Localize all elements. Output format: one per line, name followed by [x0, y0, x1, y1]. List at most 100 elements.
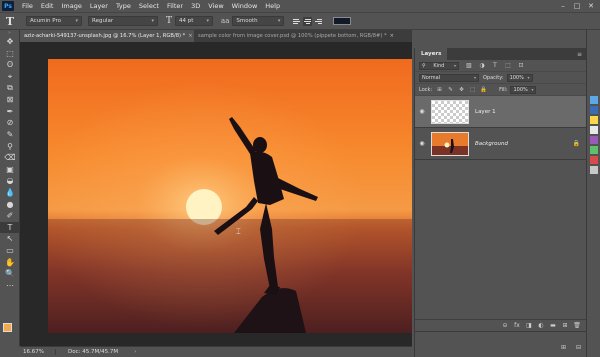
dock-swatch-icon[interactable]	[590, 146, 598, 154]
dodge-tool-icon[interactable]: ●	[0, 198, 20, 210]
pixel-filter-icon[interactable]: ▧	[465, 62, 473, 70]
align-center-button[interactable]	[303, 16, 313, 26]
expand-icon[interactable]: ⊞	[559, 344, 568, 353]
frame-tool-icon[interactable]: ⊠	[0, 94, 20, 106]
blur-tool-icon[interactable]: 💧	[0, 187, 20, 199]
layer-row-layer-1[interactable]: ◉ Layer 1	[415, 96, 586, 128]
dock-swatch-icon[interactable]	[590, 156, 598, 164]
trash-icon[interactable]: 🗑	[573, 322, 581, 330]
foreground-color[interactable]	[3, 323, 12, 332]
lock-artboard-icon[interactable]: ⬚	[469, 86, 476, 94]
adjustment-layer-icon[interactable]: ◐	[537, 322, 545, 330]
canvas-area[interactable]: ⌶	[20, 42, 412, 346]
quick-selection-tool-icon[interactable]: ⌖	[0, 71, 20, 83]
layers-panel-footer: ⊝ fx ◨ ◐ ▬ ⊞ 🗑	[415, 319, 587, 331]
align-right-button[interactable]	[314, 17, 323, 26]
blend-mode-select[interactable]: Normal ▾	[419, 73, 479, 82]
close-button[interactable]: ✕	[584, 0, 598, 12]
dock-swatch-icon[interactable]	[590, 166, 598, 174]
pen-tool-icon[interactable]: ✐	[0, 210, 20, 222]
tab-label: aziz-acharki-549137-unsplash.jpg @ 16.7%…	[24, 33, 186, 39]
tab-layers[interactable]: Layers	[415, 48, 448, 60]
more-tools-icon[interactable]: ⋯	[0, 279, 20, 291]
lock-all-icon[interactable]: 🔒	[480, 86, 487, 94]
gradient-tool-icon[interactable]: ▣	[0, 164, 20, 176]
maximize-button[interactable]: □	[570, 0, 584, 12]
dock-swatch-icon[interactable]	[590, 116, 598, 124]
font-size-value: 44 pt	[179, 18, 194, 24]
tab-document-active[interactable]: aziz-acharki-549137-unsplash.jpg @ 16.7%…	[20, 30, 194, 42]
shape-filter-icon[interactable]: ⬚	[504, 62, 512, 70]
lasso-tool-icon[interactable]: ʘ	[0, 59, 20, 71]
type-filter-icon[interactable]: T	[491, 62, 499, 70]
dock-swatch-icon[interactable]	[590, 96, 598, 104]
menu-edit[interactable]: Edit	[41, 2, 54, 10]
panel-menu-icon[interactable]: ≡	[577, 51, 582, 58]
smart-object-filter-icon[interactable]: ⊡	[517, 62, 525, 70]
link-layers-icon[interactable]: ⊝	[501, 322, 509, 330]
menu-3d[interactable]: 3D	[191, 2, 200, 10]
brush-tool-icon[interactable]: ✎	[0, 129, 20, 141]
move-tool-icon[interactable]: ✥	[0, 36, 20, 48]
font-style-select[interactable]: Regular ▾	[88, 16, 158, 26]
layer-row-background[interactable]: ◉ Background 🔒	[415, 128, 586, 160]
eraser-tool-icon[interactable]: ⌫	[0, 152, 20, 164]
layer-mask-icon[interactable]: ◨	[525, 322, 533, 330]
lock-image-icon[interactable]: ✎	[447, 86, 454, 94]
menu-type[interactable]: Type	[116, 2, 131, 10]
history-brush-tool-icon[interactable]: ◒	[0, 175, 20, 187]
font-size-select[interactable]: 44 pt ▾	[175, 16, 214, 26]
menu-select[interactable]: Select	[139, 2, 159, 10]
menu-window[interactable]: Window	[232, 2, 258, 10]
document-canvas[interactable]: ⌶	[48, 59, 412, 333]
layer-filter-row: ⚲ Kind ▾ ▧ ◑ T ⬚ ⊡	[415, 60, 586, 72]
adjustment-filter-icon[interactable]: ◑	[478, 62, 486, 70]
fx-icon[interactable]: fx	[513, 322, 521, 330]
layer-thumbnail	[431, 131, 469, 156]
type-tool-preset-icon[interactable]: T	[0, 15, 20, 28]
eye-icon[interactable]: ◉	[415, 140, 429, 147]
menu-view[interactable]: View	[208, 2, 223, 10]
dock-swatch-icon[interactable]	[590, 136, 598, 144]
menu-help[interactable]: Help	[265, 2, 280, 10]
close-icon[interactable]: ×	[188, 33, 192, 39]
dock-swatch-icon[interactable]	[590, 126, 598, 134]
clone-stamp-tool-icon[interactable]: ⚲	[0, 140, 20, 152]
tab-document-inactive[interactable]: sample color from image cover.psd @ 100%…	[194, 30, 412, 42]
layer-name: Background	[475, 140, 508, 147]
eye-icon[interactable]: ◉	[415, 108, 429, 115]
marquee-tool-icon[interactable]: ⬚	[0, 48, 20, 60]
chevron-right-icon[interactable]: ›	[134, 349, 136, 355]
opacity-field[interactable]: 100% ▾	[506, 73, 533, 82]
collapse-icon[interactable]: ⊟	[574, 344, 583, 353]
align-left-button[interactable]	[292, 17, 301, 26]
new-layer-icon[interactable]: ⊞	[561, 322, 569, 330]
filter-kind-select[interactable]: ⚲ Kind ▾	[419, 61, 459, 70]
dock-swatch-icon[interactable]	[590, 106, 598, 114]
main-menu: File Edit Image Layer Type Select Filter…	[22, 2, 288, 10]
menu-filter[interactable]: Filter	[167, 2, 183, 10]
fill-field[interactable]: 100% ▾	[510, 85, 537, 94]
healing-brush-tool-icon[interactable]: ⊘	[0, 117, 20, 129]
crop-tool-icon[interactable]: ⧉	[0, 82, 20, 94]
minimize-button[interactable]: –	[556, 0, 570, 12]
lock-icon: 🔒	[572, 140, 580, 147]
hand-tool-icon[interactable]: ✋	[0, 256, 20, 268]
rectangle-tool-icon[interactable]: ▭	[0, 245, 20, 257]
zoom-tool-icon[interactable]: 🔍	[0, 268, 20, 280]
menu-image[interactable]: Image	[61, 2, 81, 10]
dock-spacer	[587, 30, 600, 94]
font-family-select[interactable]: Acumin Pro ▾	[26, 16, 82, 26]
zoom-level[interactable]: 16.67%	[20, 349, 56, 355]
type-tool-icon[interactable]: T	[0, 221, 20, 234]
lock-position-icon[interactable]: ✥	[458, 86, 465, 94]
menu-layer[interactable]: Layer	[90, 2, 108, 10]
path-selection-tool-icon[interactable]: ↖	[0, 233, 20, 245]
close-icon[interactable]: ×	[390, 33, 394, 39]
antialias-select[interactable]: Smooth ▾	[232, 16, 285, 26]
eyedropper-tool-icon[interactable]: ✒	[0, 106, 20, 118]
text-color-swatch[interactable]	[333, 17, 352, 25]
menu-file[interactable]: File	[22, 2, 33, 10]
group-folder-icon[interactable]: ▬	[549, 322, 557, 330]
lock-transparent-icon[interactable]: ⊞	[436, 86, 443, 94]
